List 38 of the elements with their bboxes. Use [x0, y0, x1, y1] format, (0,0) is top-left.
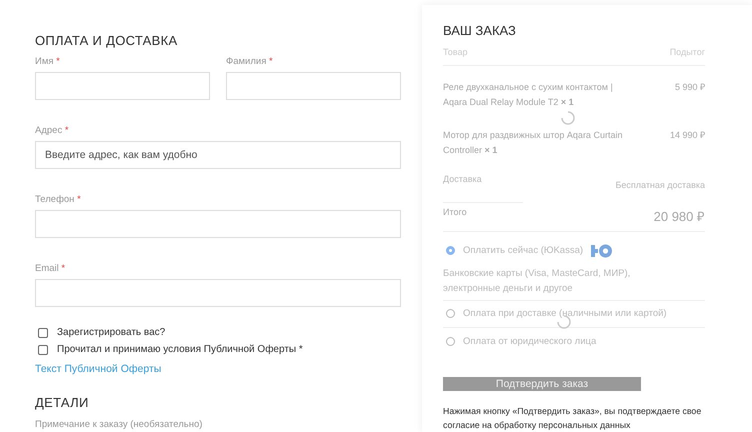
- product-price: 5 990 ₽: [674, 80, 705, 94]
- checkbox-label: Прочитал и принимаю условия Публичной Оферты *: [57, 344, 303, 355]
- offer-link[interactable]: Текст Публичной Оферты: [35, 363, 401, 375]
- payment-option-label: Оплата от юридического лица: [463, 336, 596, 347]
- checkbox[interactable]: [38, 328, 48, 338]
- consent-notice: Нажимая кнопку «Подтвердить заказ», вы подтверждаете свое согласие на обработку персональных данных: [443, 404, 702, 432]
- input-field[interactable]: [35, 279, 401, 307]
- input-field[interactable]: Введите адрес, как вам удобно: [35, 141, 401, 169]
- radio-button[interactable]: [446, 246, 455, 256]
- field-label: Телефон *: [35, 194, 82, 205]
- product-price: 14 990 ₽: [670, 128, 705, 142]
- order-title: ВАШ ЗАКАЗ: [443, 23, 517, 38]
- field-label: Фамилия *: [226, 56, 274, 67]
- payment-option-label: Оплатить сейчас (ЮKassa): [463, 245, 584, 256]
- shipping-label: Доставка: [443, 174, 482, 184]
- payment-option-label: Оплата при доставке (наличными или картой): [463, 308, 667, 320]
- field-label: Email *: [35, 263, 66, 274]
- payment-description: Банковские карты (Visa, MasteCard, МИР), электронные деньги и другое: [443, 266, 632, 296]
- radio-button[interactable]: [446, 309, 455, 318]
- section-heading: ДЕТАЛИ: [35, 395, 90, 410]
- loading-spinner-icon: [560, 110, 576, 126]
- field-label: Имя *: [35, 56, 61, 67]
- input-field[interactable]: [226, 72, 401, 100]
- field-label: Адрес *: [35, 125, 70, 136]
- product-name: Реле двухканальное с сухим контактом | Aqara Dual Relay Module T2 × 1: [443, 80, 614, 109]
- total-label: Итого: [443, 207, 467, 218]
- checkbox-label: Зарегистрировать вас?: [57, 327, 166, 338]
- checkbox[interactable]: [38, 344, 48, 354]
- radio-button[interactable]: [446, 336, 455, 346]
- section-heading: ОПЛАТА И ДОСТАВКА: [35, 33, 178, 48]
- input-field[interactable]: [35, 72, 210, 100]
- confirm-order-button[interactable]: Подтвердить заказ: [443, 376, 641, 391]
- field-label: Примечание к заказу (необязательно): [35, 419, 204, 430]
- shipping-value: Бесплатная доставка: [615, 180, 705, 190]
- payment-logo-icon: [591, 244, 614, 258]
- input-field[interactable]: [35, 210, 401, 238]
- product-name: Мотор для раздвижных штор Aqara Curtain Controller × 1: [443, 128, 624, 157]
- total-value: 20 980 ₽: [654, 208, 705, 226]
